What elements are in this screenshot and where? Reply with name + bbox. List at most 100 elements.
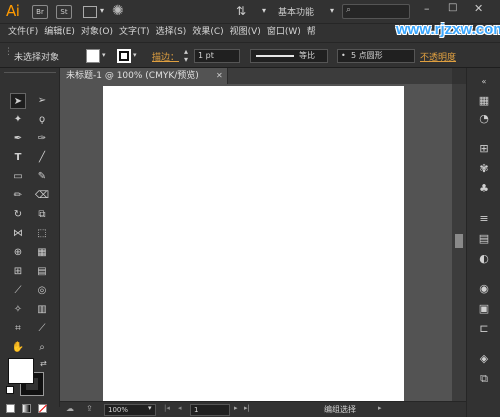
chevron-down-icon[interactable]: ▾ [148, 404, 152, 412]
zoom-tool-icon[interactable]: ⌕ [34, 340, 50, 356]
menu-window[interactable]: 窗口(W) [267, 24, 307, 42]
stroke-weight-field[interactable]: 1 pt [194, 49, 240, 63]
mesh-tool-icon[interactable]: ⊞ [10, 264, 26, 280]
scale-tool-icon[interactable]: ⧉ [34, 207, 50, 223]
sync-icon[interactable]: ⇅ [236, 4, 246, 18]
perspective-grid-tool-icon[interactable]: ▦ [34, 245, 50, 261]
artboard[interactable] [103, 86, 404, 401]
chevron-down-icon[interactable]: ▾ [133, 51, 137, 59]
status-menu-icon[interactable]: ▸ [378, 404, 382, 412]
color-guide-icon[interactable]: ◔ [477, 112, 491, 126]
vertical-scrollbar[interactable] [452, 84, 466, 407]
symbol-sprayer-tool-icon[interactable]: ✧ [10, 302, 26, 318]
width-tool-icon[interactable]: ⋈ [10, 226, 26, 242]
menu-view[interactable]: 视图(V) [230, 24, 267, 42]
menu-file[interactable]: 文件(F) [8, 24, 44, 42]
chevron-down-icon[interactable]: ▾ [262, 6, 266, 15]
prev-artboard-icon[interactable]: ◂ [178, 404, 182, 412]
search-input[interactable]: ⌕ [342, 4, 410, 19]
stroke-panel-icon[interactable]: ≡ [477, 212, 491, 226]
rectangle-tool-icon[interactable]: ▭ [10, 169, 26, 185]
selection-tool-icon[interactable]: ➤ [10, 93, 26, 109]
menu-type[interactable]: 文字(T) [119, 24, 156, 42]
collapse-panels-icon[interactable]: « [477, 75, 491, 89]
chevron-down-icon[interactable]: ▾ [102, 51, 106, 59]
stroke-line-preview [256, 55, 294, 57]
cloud-sync-icon[interactable]: ☁ [66, 404, 74, 413]
gradient-tool-icon[interactable]: ▤ [34, 264, 50, 280]
workspace-switcher[interactable]: 基本功能 [278, 5, 314, 18]
scrollbar-thumb[interactable] [455, 234, 463, 248]
stock-button[interactable]: St [56, 5, 72, 19]
first-artboard-icon[interactable]: |◂ [164, 404, 170, 412]
symbols-panel-icon[interactable]: ♣ [477, 182, 491, 196]
selection-status: 未选择对象 [14, 53, 60, 63]
color-mode-icon[interactable] [6, 404, 15, 413]
swap-colors-icon[interactable]: ⇄ [40, 359, 47, 368]
transparency-panel-icon[interactable]: ◐ [477, 252, 491, 266]
stroke-stepper[interactable]: ▴ ▾ [184, 48, 188, 64]
menu-help[interactable]: 帮 [307, 24, 322, 42]
blend-tool-icon[interactable]: ◎ [34, 283, 50, 299]
gpu-performance-icon[interactable]: ✺ [112, 3, 124, 19]
status-bar: ☁ ⇪ 100% ▾ |◂ ◂ 1 ▸ ▸| 编组选择 ▸ [60, 401, 466, 417]
eyedropper-tool-icon[interactable]: ⟋ [10, 283, 26, 299]
rotate-tool-icon[interactable]: ↻ [10, 207, 26, 223]
stroke-style-field[interactable]: 等比 [250, 49, 328, 63]
lasso-tool-icon[interactable]: ϙ [34, 112, 50, 128]
stroke-label[interactable]: 描边： [152, 50, 179, 63]
menu-object[interactable]: 对象(O) [81, 24, 119, 42]
free-transform-tool-icon[interactable]: ⬚ [34, 226, 50, 242]
none-slash [39, 404, 47, 413]
bridge-button[interactable]: Br [32, 5, 48, 19]
line-tool-icon[interactable]: ╱ [34, 150, 50, 166]
share-icon[interactable]: ⇪ [86, 404, 93, 413]
direct-selection-tool-icon[interactable]: ➢ [34, 93, 50, 109]
pen-tool-icon[interactable]: ✒ [10, 131, 26, 147]
window-controls: – □ ✕ [420, 2, 490, 20]
menu-select[interactable]: 选择(S) [156, 24, 193, 42]
close-icon[interactable]: ✕ [474, 2, 483, 15]
graphic-styles-icon[interactable]: ▣ [477, 302, 491, 316]
stroke-swatch[interactable] [117, 49, 131, 63]
gradient-mode-icon[interactable] [22, 404, 31, 413]
document-tab[interactable]: 未标题-1 @ 100% (CMYK/预览) ✕ [60, 68, 228, 84]
layers-panel-icon[interactable]: ◈ [477, 352, 491, 366]
swatches-panel-icon[interactable]: ⊞ [477, 142, 491, 156]
slice-tool-icon[interactable]: ⟋ [34, 321, 50, 337]
artboards-panel-icon[interactable]: ⧉ [477, 372, 491, 386]
grip-icon: ⋮ [4, 47, 13, 57]
menu-edit[interactable]: 编辑(E) [44, 24, 81, 42]
fill-swatch[interactable] [86, 49, 100, 63]
default-fill-icon[interactable] [6, 386, 14, 394]
menu-effect[interactable]: 效果(C) [192, 24, 229, 42]
gradient-panel-icon[interactable]: ▤ [477, 232, 491, 246]
artboard-tool-icon[interactable]: ⌗ [10, 321, 26, 337]
paintbrush-tool-icon[interactable]: ✎ [34, 169, 50, 185]
opacity-label[interactable]: 不透明度 [420, 50, 456, 63]
color-panel-icon[interactable]: ▦ [477, 94, 491, 108]
artboard-number-field[interactable]: 1 [190, 404, 230, 416]
minimize-icon[interactable]: – [424, 2, 430, 15]
shape-builder-tool-icon[interactable]: ⊕ [10, 245, 26, 261]
magic-wand-tool-icon[interactable]: ✦ [10, 112, 26, 128]
brush-definition-field[interactable]: • 5 点圆形 [337, 49, 415, 63]
eraser-tool-icon[interactable]: ⌫ [34, 188, 50, 204]
type-tool-icon[interactable]: T [10, 150, 26, 166]
fill-color-box[interactable] [8, 358, 34, 384]
curvature-tool-icon[interactable]: ✑ [34, 131, 50, 147]
pencil-tool-icon[interactable]: ✏ [10, 188, 26, 204]
chevron-down-icon[interactable]: ▾ [330, 6, 334, 15]
appearance-panel-icon[interactable]: ◉ [477, 282, 491, 296]
hand-tool-icon[interactable]: ✋ [10, 340, 26, 356]
maximize-icon[interactable]: □ [448, 2, 457, 13]
chevron-down-icon[interactable]: ▾ [100, 6, 104, 15]
next-artboard-icon[interactable]: ▸ [234, 404, 238, 412]
brushes-panel-icon[interactable]: ✾ [477, 162, 491, 176]
none-mode-icon[interactable] [38, 404, 47, 413]
close-icon[interactable]: ✕ [216, 68, 223, 84]
column-graph-tool-icon[interactable]: ▥ [34, 302, 50, 318]
last-artboard-icon[interactable]: ▸| [244, 404, 250, 412]
align-panel-icon[interactable]: ⊏ [477, 322, 491, 336]
arrange-documents-icon[interactable] [83, 6, 97, 18]
